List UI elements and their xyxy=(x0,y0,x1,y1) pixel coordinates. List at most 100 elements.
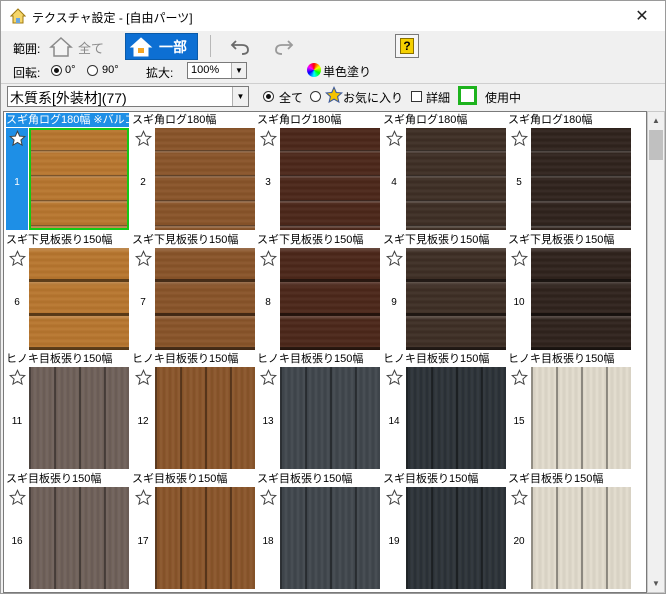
favorite-star-icon[interactable] xyxy=(9,489,26,506)
favorite-star-icon[interactable] xyxy=(386,250,403,267)
toolbar-separator xyxy=(210,35,211,57)
texture-cell[interactable]: スギ下見板張り150幅 7 xyxy=(130,232,255,350)
texture-swatch[interactable] xyxy=(531,367,631,469)
texture-side-panel: 10 xyxy=(508,248,530,350)
texture-swatch[interactable] xyxy=(406,248,506,350)
texture-cell[interactable]: スギ下見板張り150幅 10 xyxy=(506,232,631,350)
texture-swatch[interactable] xyxy=(155,367,255,469)
texture-cell[interactable]: スギ角ログ180幅 4 xyxy=(381,112,506,230)
vertical-scrollbar[interactable]: ▲ ▼ xyxy=(647,111,665,593)
texture-cell[interactable]: スギ目板張り150幅 16 xyxy=(4,471,129,589)
undo-icon[interactable] xyxy=(229,36,251,56)
texture-cell[interactable]: スギ目板張り150幅 17 xyxy=(130,471,255,589)
texture-name: スギ角ログ180幅 xyxy=(383,114,468,126)
favorite-star-icon[interactable] xyxy=(135,489,152,506)
texture-number: 1 xyxy=(14,177,20,188)
texture-swatch[interactable] xyxy=(280,367,380,469)
favorite-star-icon[interactable] xyxy=(9,250,26,267)
favorite-star-icon[interactable] xyxy=(511,250,528,267)
detail-checkbox[interactable] xyxy=(411,91,422,102)
scope-label: 範囲: xyxy=(13,42,41,56)
favorite-star-icon[interactable] xyxy=(135,250,152,267)
texture-side-panel: 6 xyxy=(6,248,28,350)
mono-fill-button[interactable]: 単色塗り xyxy=(323,63,371,80)
texture-swatch[interactable] xyxy=(406,367,506,469)
favorite-star-icon[interactable] xyxy=(511,369,528,386)
filter-favorites-radio[interactable] xyxy=(310,91,321,102)
texture-swatch[interactable] xyxy=(155,248,255,350)
texture-cell[interactable]: ヒノキ目板張り150幅 13 xyxy=(255,351,380,469)
texture-cell[interactable]: スギ下見板張り150幅 8 xyxy=(255,232,380,350)
scope-toolbar: 範囲: 全て 一部 ? xyxy=(1,31,665,61)
texture-name: スギ目板張り150幅 xyxy=(257,473,353,485)
favorite-star-icon[interactable] xyxy=(260,489,277,506)
texture-cell[interactable]: スギ角ログ180幅 2 xyxy=(130,112,255,230)
favorite-star-icon[interactable] xyxy=(511,130,528,147)
texture-cell[interactable]: スギ角ログ180幅 5 xyxy=(506,112,631,230)
favorite-star-icon[interactable] xyxy=(511,489,528,506)
texture-swatch[interactable] xyxy=(406,487,506,589)
texture-cell[interactable]: ヒノキ目板張り150幅 14 xyxy=(381,351,506,469)
redo-icon[interactable] xyxy=(273,36,295,56)
texture-swatch[interactable] xyxy=(280,128,380,230)
texture-number: 4 xyxy=(391,177,397,188)
favorite-star-icon[interactable] xyxy=(386,130,403,147)
texture-swatch[interactable] xyxy=(531,248,631,350)
texture-cell[interactable]: ヒノキ目板張り150幅 12 xyxy=(130,351,255,469)
favorite-star-icon[interactable] xyxy=(9,130,26,147)
texture-cell[interactable]: スギ目板張り150幅 19 xyxy=(381,471,506,589)
texture-name: ヒノキ目板張り150幅 xyxy=(383,353,490,365)
texture-name: スギ目板張り150幅 xyxy=(6,473,102,485)
scroll-down-icon[interactable]: ▼ xyxy=(648,575,664,592)
texture-cell[interactable]: スギ目板張り150幅 18 xyxy=(255,471,380,589)
title-bar: テクスチャ設定 - [自由パーツ] ✕ xyxy=(1,1,665,31)
texture-number: 6 xyxy=(14,297,20,308)
scroll-thumb[interactable] xyxy=(649,130,663,160)
favorite-star-icon[interactable] xyxy=(135,369,152,386)
texture-side-panel: 7 xyxy=(132,248,154,350)
favorite-star-icon[interactable] xyxy=(260,250,277,267)
color-wheel-icon[interactable] xyxy=(307,63,321,77)
scope-all-button[interactable]: 全て xyxy=(49,34,104,60)
texture-swatch[interactable] xyxy=(280,487,380,589)
texture-swatch[interactable] xyxy=(531,487,631,589)
rotation-0-radio[interactable] xyxy=(51,65,62,76)
help-icon: ? xyxy=(400,38,414,54)
favorite-star-icon[interactable] xyxy=(260,130,277,147)
scroll-up-icon[interactable]: ▲ xyxy=(648,112,664,129)
texture-swatch[interactable] xyxy=(29,367,129,469)
favorite-star-icon[interactable] xyxy=(260,369,277,386)
texture-cell[interactable]: ヒノキ目板張り150幅 15 xyxy=(506,351,631,469)
help-button[interactable]: ? xyxy=(395,34,419,58)
texture-swatch[interactable] xyxy=(155,487,255,589)
scale-select[interactable]: 100% ▼ xyxy=(187,62,247,79)
filter-all-radio[interactable] xyxy=(263,91,274,102)
texture-side-panel: 12 xyxy=(132,367,154,469)
texture-cell[interactable]: ヒノキ目板張り150幅 11 xyxy=(4,351,129,469)
category-select[interactable]: 木質系[外装材](77) ▼ xyxy=(7,86,249,107)
texture-number: 2 xyxy=(140,177,146,188)
texture-swatch[interactable] xyxy=(531,128,631,230)
texture-swatch[interactable] xyxy=(280,248,380,350)
rotation-0-label: 0° xyxy=(65,64,76,76)
texture-side-panel: 17 xyxy=(132,487,154,589)
favorite-star-icon[interactable] xyxy=(9,369,26,386)
texture-swatch[interactable] xyxy=(29,128,129,230)
star-icon xyxy=(325,86,343,104)
favorite-star-icon[interactable] xyxy=(386,489,403,506)
scope-part-button[interactable]: 一部 xyxy=(125,33,198,60)
texture-cell[interactable]: スギ角ログ180幅 3 xyxy=(255,112,380,230)
texture-swatch[interactable] xyxy=(29,487,129,589)
texture-cell[interactable]: スギ下見板張り150幅 9 xyxy=(381,232,506,350)
texture-swatch[interactable] xyxy=(406,128,506,230)
close-button[interactable]: ✕ xyxy=(619,1,665,31)
texture-number: 17 xyxy=(137,536,149,547)
texture-swatch[interactable] xyxy=(155,128,255,230)
texture-cell[interactable]: スギ下見板張り150幅 6 xyxy=(4,232,129,350)
texture-cell[interactable]: スギ目板張り150幅 20 xyxy=(506,471,631,589)
texture-swatch[interactable] xyxy=(29,248,129,350)
favorite-star-icon[interactable] xyxy=(135,130,152,147)
rotation-90-radio[interactable] xyxy=(87,65,98,76)
texture-cell[interactable]: スギ角ログ180幅 ※バルコニー不可 1 xyxy=(4,112,129,230)
favorite-star-icon[interactable] xyxy=(386,369,403,386)
